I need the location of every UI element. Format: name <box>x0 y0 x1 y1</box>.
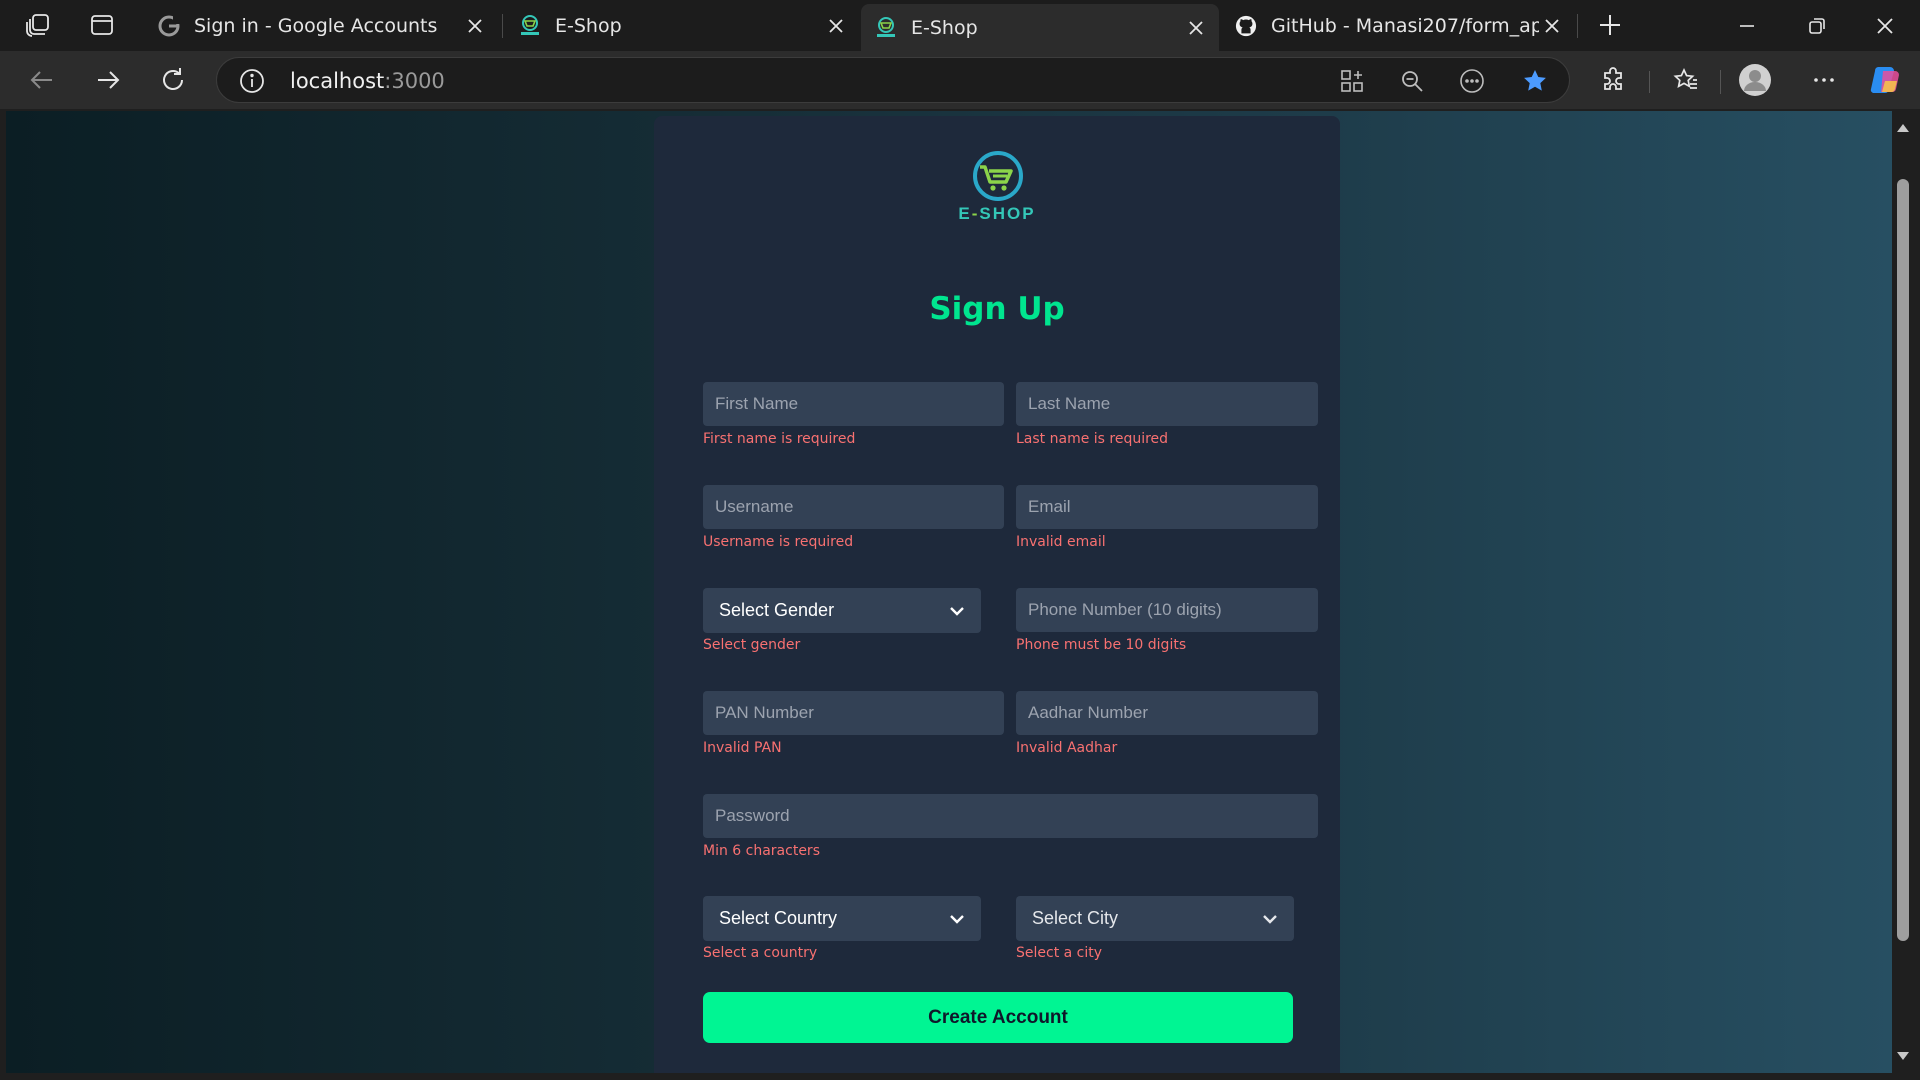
zoom-out-icon[interactable] <box>1397 66 1427 96</box>
tab-github[interactable]: GitHub - Manasi207/form_app <box>1221 4 1575 47</box>
create-account-button[interactable]: Create Account <box>703 992 1293 1043</box>
country-select-value: Select Country <box>719 908 838 928</box>
settings-more-icon[interactable] <box>1804 60 1844 100</box>
password-input[interactable] <box>703 794 1318 838</box>
aadhar-error: Invalid Aadhar <box>1016 740 1118 756</box>
address-port: :3000 <box>384 69 445 93</box>
close-tab-icon[interactable] <box>1183 15 1209 41</box>
phone-error: Phone must be 10 digits <box>1016 637 1187 653</box>
address-bar[interactable]: localhost:3000 <box>216 57 1721 103</box>
close-window-icon[interactable] <box>1850 0 1920 51</box>
gender-select-value: Select Gender <box>719 600 835 620</box>
first-name-error: First name is required <box>703 431 856 447</box>
eshop-favicon <box>519 14 541 37</box>
close-tab-icon[interactable] <box>823 13 849 39</box>
last-name-input[interactable] <box>1016 382 1318 426</box>
brand-name-part1: E <box>958 204 972 223</box>
chevron-down-icon <box>950 606 964 616</box>
username-input[interactable] <box>703 485 1004 529</box>
close-tab-icon[interactable] <box>462 13 488 39</box>
gender-error: Select gender <box>703 637 801 653</box>
site-info-icon[interactable] <box>239 68 265 94</box>
city-select[interactable]: Select City <box>1016 896 1294 941</box>
email-input[interactable] <box>1016 485 1318 529</box>
password-error: Min 6 characters <box>703 843 820 859</box>
browser-toolbar: localhost:3000 <box>0 51 1920 109</box>
workspaces-icon[interactable] <box>20 8 56 42</box>
back-icon[interactable] <box>22 60 62 100</box>
close-tab-icon[interactable] <box>1539 13 1565 39</box>
tab-title: Sign in - Google Accounts <box>194 14 438 37</box>
country-error: Select a country <box>703 945 818 961</box>
tab-title: E-Shop <box>555 14 622 37</box>
address-host: localhost <box>290 69 385 93</box>
eshop-logo <box>973 151 1023 201</box>
page-title: Sign Up <box>929 291 1065 327</box>
scroll-up-arrow-icon[interactable] <box>1896 121 1910 135</box>
favorites-icon[interactable] <box>1666 60 1706 100</box>
chevron-down-icon <box>1263 914 1277 924</box>
brand-name: E-SHOP <box>654 204 1340 224</box>
minimize-icon[interactable] <box>1712 0 1782 51</box>
toolbar-divider <box>1649 71 1650 93</box>
tab-eshop-1[interactable]: E-Shop <box>505 4 859 47</box>
gender-select[interactable]: Select Gender <box>703 588 981 633</box>
eshop-favicon <box>875 16 897 39</box>
city-select-value: Select City <box>1032 908 1119 928</box>
signup-card: E-SHOP Sign Up First name is required La… <box>654 116 1340 1073</box>
pan-error: Invalid PAN <box>703 740 782 756</box>
first-name-input[interactable] <box>703 382 1004 426</box>
forward-icon[interactable] <box>88 60 128 100</box>
pan-input[interactable] <box>703 691 1004 735</box>
google-icon <box>158 14 180 37</box>
brand-name-part2: SHOP <box>979 204 1036 223</box>
refresh-icon[interactable] <box>153 60 193 100</box>
last-name-error: Last name is required <box>1016 431 1169 447</box>
github-icon <box>1235 15 1257 37</box>
extensions-icon[interactable] <box>1593 60 1633 100</box>
aadhar-input[interactable] <box>1016 691 1318 735</box>
profile-avatar-icon[interactable] <box>1735 60 1775 100</box>
country-select[interactable]: Select Country <box>703 896 981 941</box>
tab-divider <box>502 14 503 38</box>
email-error: Invalid email <box>1016 534 1106 550</box>
address-divider <box>1720 70 1721 94</box>
phone-input[interactable] <box>1016 588 1318 632</box>
chevron-down-icon <box>950 914 964 924</box>
tab-eshop-active[interactable]: E-Shop <box>861 4 1219 51</box>
tab-divider <box>1577 14 1578 38</box>
page-scrollbar[interactable] <box>1892 111 1914 1073</box>
address-url: localhost:3000 <box>290 69 445 93</box>
restore-icon[interactable] <box>1782 0 1852 51</box>
username-error: Username is required <box>703 534 854 550</box>
scrollbar-thumb[interactable] <box>1897 179 1909 941</box>
tab-title: E-Shop <box>911 16 978 39</box>
city-error: Select a city <box>1016 945 1103 961</box>
tab-strip: Sign in - Google Accounts E-Shop E-Shop … <box>0 0 1920 51</box>
tab-google-signin[interactable]: Sign in - Google Accounts <box>144 4 498 47</box>
favorite-star-icon[interactable] <box>1520 66 1550 96</box>
tab-title: GitHub - Manasi207/form_app <box>1271 14 1539 37</box>
scroll-down-arrow-icon[interactable] <box>1896 1049 1910 1063</box>
app-available-icon[interactable] <box>1337 66 1367 96</box>
page-viewport: E-SHOP Sign Up First name is required La… <box>6 111 1892 1073</box>
copilot-icon[interactable] <box>1866 60 1906 100</box>
window-bottom-edge <box>0 1073 1920 1080</box>
more-options-circle-icon[interactable] <box>1457 66 1487 96</box>
vertical-tabs-icon[interactable] <box>84 8 120 42</box>
new-tab-icon[interactable] <box>1592 8 1628 42</box>
